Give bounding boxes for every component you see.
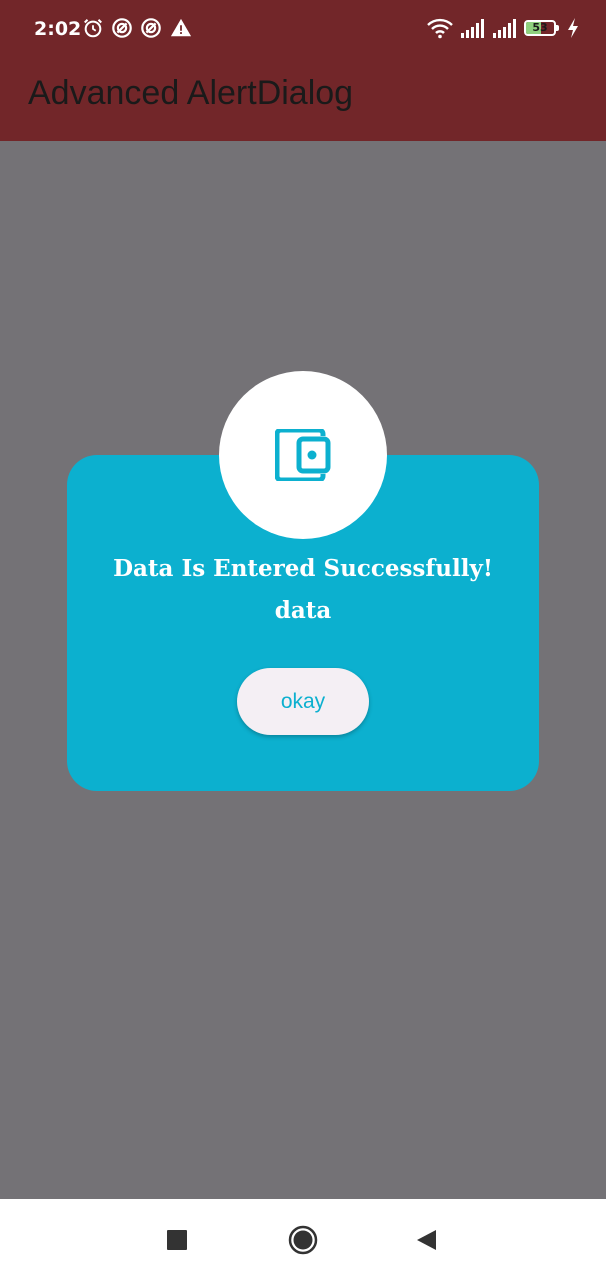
signal-icon (460, 17, 486, 39)
back-button[interactable] (410, 1223, 444, 1257)
warning-icon (170, 17, 192, 39)
okay-button[interactable]: okay (237, 668, 369, 735)
dialog-title: Data Is Entered Successfully! (113, 555, 493, 582)
notification-icon (140, 17, 162, 39)
home-button[interactable] (286, 1223, 320, 1257)
recents-button[interactable] (160, 1223, 194, 1257)
dialog-icon-circle (219, 371, 387, 539)
app-bar: Advanced AlertDialog (0, 60, 606, 141)
status-time: 2:02 (34, 18, 82, 40)
notification-icon (111, 17, 133, 39)
dialog-message: data (274, 597, 332, 624)
battery-level: 53 (532, 21, 548, 34)
status-bar: 2:02 53 (0, 0, 606, 60)
wallet-icon (275, 429, 331, 481)
alarm-icon (82, 17, 104, 39)
battery-icon: 53 (524, 20, 560, 38)
signal-icon (492, 17, 518, 39)
app-title: Advanced AlertDialog (28, 74, 354, 112)
wifi-icon (426, 17, 454, 39)
charging-icon (566, 17, 580, 39)
navigation-bar (0, 1199, 606, 1280)
